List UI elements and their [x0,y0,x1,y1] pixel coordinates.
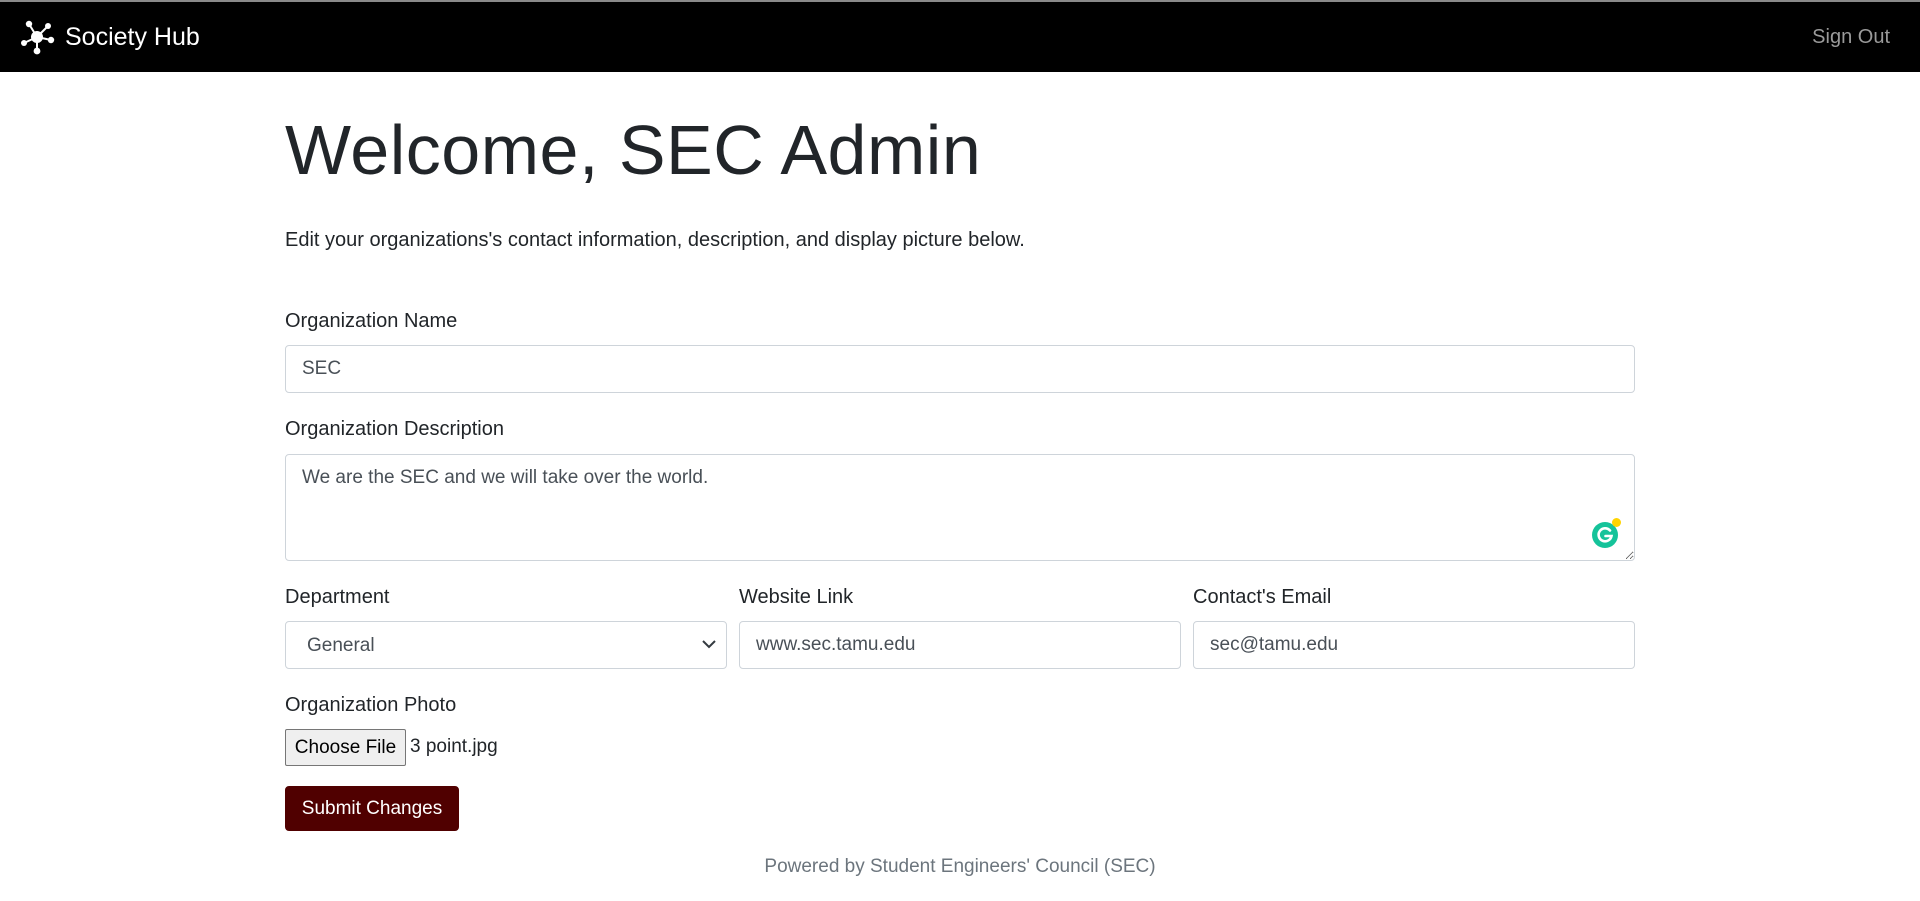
sign-out-link[interactable]: Sign Out [1812,26,1890,49]
choose-file-button[interactable]: Choose File [285,729,406,766]
grammarly-status-dot [1612,518,1621,527]
contact-email-label: Contact's Email [1193,586,1332,608]
department-select[interactable]: General [285,621,727,669]
network-nodes-icon [21,20,55,55]
brand-link[interactable]: Society Hub [20,18,200,56]
contact-email-input[interactable] [1193,621,1635,669]
page-description: Edit your organizations's contact inform… [285,229,1025,251]
org-description-textarea[interactable]: We are the SEC and we will take over the… [285,454,1635,561]
department-select-wrapper: General [285,621,727,669]
selected-file-name: 3 point.jpg [410,736,498,757]
page-title: Welcome, SEC Admin [285,111,982,189]
footer-text: Powered by Student Engineers' Council (S… [764,856,1156,877]
navbar: Society Hub Sign Out [0,0,1920,72]
department-label: Department [285,586,390,608]
brand-text: Society Hub [65,23,200,51]
website-input[interactable] [739,621,1181,669]
org-photo-label: Organization Photo [285,694,457,716]
org-description-label: Organization Description [285,418,504,440]
org-name-label: Organization Name [285,310,458,332]
submit-changes-button[interactable]: Submit Changes [285,786,459,831]
website-label: Website Link [739,586,854,608]
org-name-input[interactable] [285,345,1635,393]
